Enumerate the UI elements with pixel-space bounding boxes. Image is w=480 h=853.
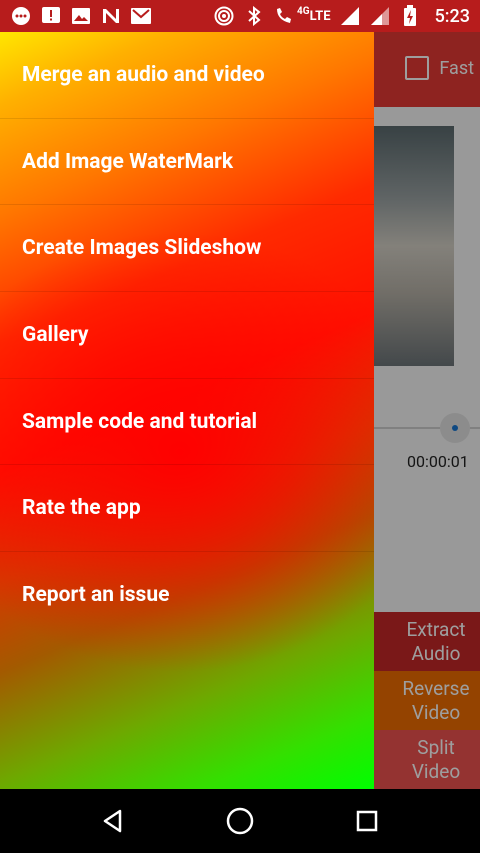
hotspot-icon [213, 5, 235, 27]
network-label: LTE [309, 8, 331, 24]
menu-item-gallery[interactable]: Gallery [0, 292, 374, 379]
menu-item-add-watermark[interactable]: Add Image WaterMark [0, 119, 374, 206]
status-bar: 4G LTE 5:23 [0, 0, 480, 32]
signal-icon [339, 5, 361, 27]
clock: 5:23 [434, 5, 470, 27]
menu-item-merge-audio-video[interactable]: Merge an audio and video [0, 32, 374, 119]
n-icon [100, 5, 122, 27]
recents-icon[interactable] [343, 797, 391, 845]
system-nav-bar [0, 789, 480, 853]
navigation-drawer: Merge an audio and video Add Image Water… [0, 32, 374, 789]
system-icons: 4G LTE 5:23 [213, 5, 470, 27]
menu-item-sample-code[interactable]: Sample code and tutorial [0, 379, 374, 466]
menu-item-create-slideshow[interactable]: Create Images Slideshow [0, 205, 374, 293]
alert-icon [40, 5, 62, 27]
notification-icons [10, 5, 152, 27]
home-icon[interactable] [216, 797, 264, 845]
menu-item-report-issue[interactable]: Report an issue [0, 552, 374, 639]
back-icon[interactable] [89, 797, 137, 845]
menu-item-rate-app[interactable]: Rate the app [0, 465, 374, 553]
bluetooth-icon [243, 5, 265, 27]
mail-icon [130, 5, 152, 27]
signal-icon [369, 5, 391, 27]
network-type: 4G [297, 5, 310, 17]
battery-icon [399, 5, 421, 27]
image-icon [70, 5, 92, 27]
chat-icon [10, 5, 32, 27]
wifi-call-icon [273, 5, 295, 27]
